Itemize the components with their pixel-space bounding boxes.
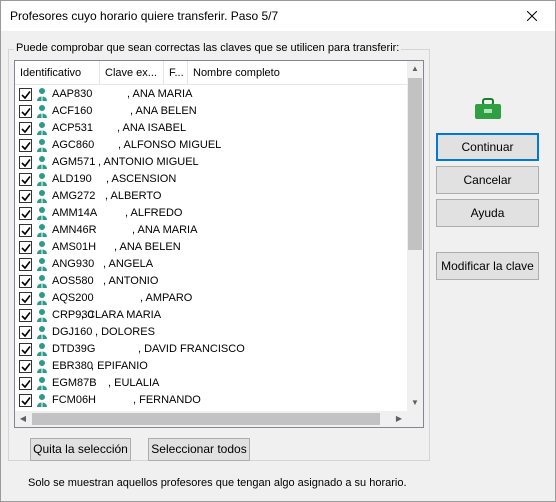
row-full-name: , FERNANDO xyxy=(133,394,201,406)
list-rows: AAP830, ANA MARIA ACF160, ANA BELEN ACP531… xyxy=(15,86,407,409)
table-row[interactable]: AAP830, ANA MARIA xyxy=(15,86,407,103)
table-row[interactable]: AOS580, ANTONIO xyxy=(15,273,407,290)
table-row[interactable]: ACP531, ANA ISABEL xyxy=(15,120,407,137)
table-row[interactable]: AGM571, ANTONIO MIGUEL xyxy=(15,154,407,171)
row-full-name: , ANA MARIA xyxy=(127,88,193,100)
table-row[interactable]: DGJ160, DOLORES xyxy=(15,324,407,341)
briefcase-icon xyxy=(475,98,501,119)
table-row[interactable]: DTD39G, DAVID FRANCISCO xyxy=(15,341,407,358)
table-row[interactable]: AQS200, AMPARO xyxy=(15,290,407,307)
row-full-name: , ANA ISABEL xyxy=(117,122,187,134)
row-full-name: , ANA BELEN xyxy=(130,105,197,117)
footer-note: Solo se muestran aquellos profesores que… xyxy=(28,477,407,489)
cancel-button[interactable]: Cancelar xyxy=(436,166,539,194)
table-row[interactable]: AMM14A, ALFREDO xyxy=(15,205,407,222)
table-row[interactable]: AMN46R, ANA MARIA xyxy=(15,222,407,239)
row-full-name: , AMPARO xyxy=(140,292,193,304)
close-button[interactable] xyxy=(509,1,555,31)
table-row[interactable]: ANG930, ANGELA xyxy=(15,256,407,273)
column-header-clave[interactable]: Clave ex... xyxy=(100,61,164,85)
row-full-name: , ANTONIO MIGUEL xyxy=(98,156,199,168)
horizontal-scrollbar[interactable]: ◀ ▶ xyxy=(15,411,407,427)
table-row[interactable]: FCM06H, FERNANDO xyxy=(15,392,407,409)
table-row[interactable]: EBR380, EPIFANIO xyxy=(15,358,407,375)
row-full-name: , ANGELA xyxy=(103,258,154,270)
select-all-button[interactable]: Seleccionar todos xyxy=(148,438,250,461)
teachers-listview[interactable]: Identificativo Clave ex... F... Nombre c… xyxy=(14,60,424,428)
row-full-name: , ANA BELEN xyxy=(114,241,181,253)
help-button[interactable]: Ayuda xyxy=(436,199,539,227)
table-row[interactable]: AMS01H, ANA BELEN xyxy=(15,239,407,256)
row-full-name: , EPIFANIO xyxy=(91,360,148,372)
row-full-name: , DAVID FRANCISCO xyxy=(138,343,245,355)
column-header-nombre[interactable]: Nombre completo xyxy=(188,61,407,85)
horizontal-scroll-thumb[interactable] xyxy=(32,413,380,425)
column-header-f[interactable]: F... xyxy=(164,61,188,85)
groupbox-label: Puede comprobar que sean correctas las c… xyxy=(14,42,402,54)
modify-key-button[interactable]: Modificar la clave xyxy=(436,252,539,280)
scroll-right-icon[interactable]: ▶ xyxy=(391,411,407,427)
window-title: Profesores cuyo horario quiere transferi… xyxy=(10,9,279,23)
scrollbar-corner xyxy=(407,411,423,427)
row-full-name: , CLARA MARIA xyxy=(81,309,162,321)
close-icon xyxy=(527,11,537,21)
scroll-up-icon[interactable]: ▲ xyxy=(407,61,423,77)
row-full-name: , ASCENSION xyxy=(106,173,177,185)
row-full-name: , ALFREDO xyxy=(125,207,183,219)
table-row[interactable]: AMG272, ALBERTO xyxy=(15,188,407,205)
scroll-left-icon[interactable]: ◀ xyxy=(15,411,31,427)
row-full-name: , EULALIA xyxy=(108,377,160,389)
table-row[interactable]: ACF160, ANA BELEN xyxy=(15,103,407,120)
table-row[interactable]: CRP930, CLARA MARIA xyxy=(15,307,407,324)
row-full-name: , ALBERTO xyxy=(105,190,162,202)
table-row[interactable]: AGC860, ALFONSO MIGUEL xyxy=(15,137,407,154)
clear-selection-button[interactable]: Quita la selección xyxy=(30,438,131,461)
row-full-name: , DOLORES xyxy=(95,326,155,338)
row-full-name: , ANA MARIA xyxy=(132,224,198,236)
title-bar: Profesores cuyo horario quiere transferi… xyxy=(1,1,555,31)
list-header: Identificativo Clave ex... F... Nombre c… xyxy=(15,61,407,85)
row-full-name: , ALFONSO MIGUEL xyxy=(118,139,222,151)
table-row[interactable]: EGM87B, EULALIA xyxy=(15,375,407,392)
vertical-scroll-thumb[interactable] xyxy=(408,78,422,250)
table-row[interactable]: ALD190, ASCENSION xyxy=(15,171,407,188)
row-full-name: , ANTONIO xyxy=(103,275,159,287)
continue-button[interactable]: Continuar xyxy=(436,133,539,161)
column-header-identificativo[interactable]: Identificativo xyxy=(15,61,100,85)
scroll-down-icon[interactable]: ▼ xyxy=(407,395,423,411)
vertical-scrollbar[interactable]: ▲ ▼ xyxy=(407,61,423,411)
